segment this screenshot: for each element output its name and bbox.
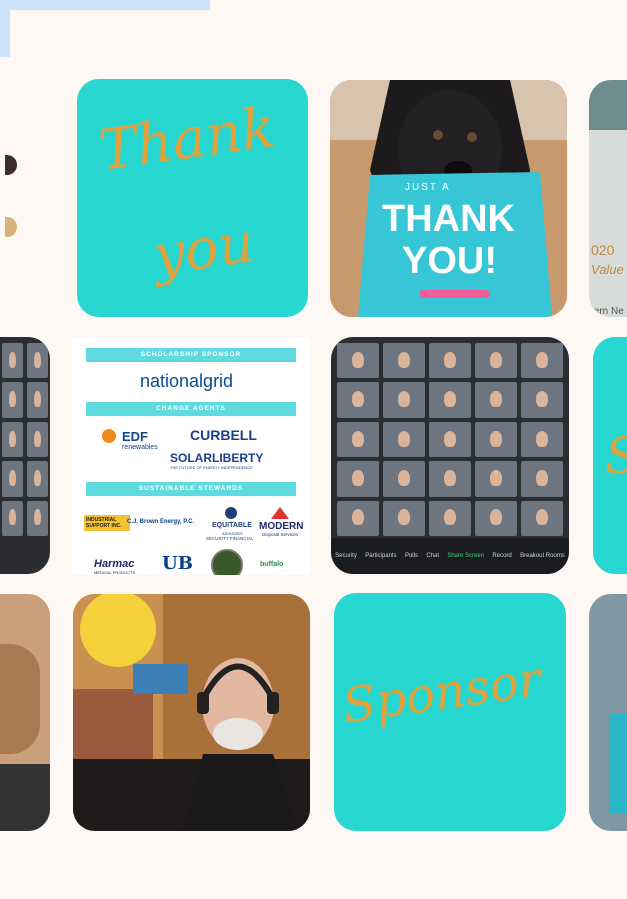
card-small-text: JUST A (405, 182, 451, 193)
ub-logo: UB (162, 553, 193, 574)
equitable-icon (225, 507, 237, 519)
zoom-toolbar: Security Participants Polls Chat Share S… (331, 538, 569, 574)
zoom-polls: Polls (404, 553, 418, 559)
modern-logo: MODERN (259, 521, 304, 532)
zoom-meeting-screenshot: Security Participants Polls Chat Share S… (331, 337, 569, 574)
national-grid-logo: nationalgrid (140, 371, 234, 391)
slide-value-text: Value o (591, 262, 627, 277)
teal-tile-right-partial: S (593, 337, 627, 574)
modern-triangle-icon (271, 507, 289, 519)
harmac-logo: Harmac (94, 558, 135, 570)
edf-flower-icon (102, 429, 116, 443)
scholarship-header: SCHOLARSHIP SPONSOR (86, 348, 296, 362)
person-face (0, 644, 40, 754)
zoom-security: Security (335, 553, 357, 559)
sponsor-text: Sponsor (339, 651, 545, 735)
man-with-headphones-photo (73, 594, 310, 831)
dark-dot-decoration (5, 155, 17, 175)
zoom-record: Record (492, 553, 512, 559)
man-photo-illustration (73, 594, 310, 831)
zoom-share: Share Screen (447, 553, 485, 559)
zoom-chat: Chat (426, 553, 439, 559)
zoom-participants: Participants (365, 553, 397, 559)
corner-decoration (0, 0, 210, 10)
zoom-breakout: Breakout Rooms (520, 553, 565, 559)
gold-dot-decoration (5, 217, 17, 237)
sponsor-tile: Sponsor (334, 593, 566, 831)
solar-liberty-logo: SOLARLIBERTY (170, 451, 264, 465)
presentation-slide-tile: 020 Value o tern Ne (589, 80, 627, 317)
seal-icon (211, 549, 243, 575)
thank-text: Thank (95, 95, 280, 184)
slide-tern-text: tern Ne (591, 306, 624, 317)
sponsors-board: SCHOLARSHIP SPONSOR nationalgrid CHANGE … (72, 337, 310, 575)
modern-sub: Disposal Services (262, 532, 298, 537)
dog-thank-you-photo: JUST A THANK YOU! (330, 80, 567, 317)
card-thank-text: THANK (382, 198, 515, 240)
slide-year-text: 020 (591, 242, 615, 258)
change-agents-header: CHANGE AGENTS (86, 402, 296, 416)
zoom-partial-left (0, 337, 50, 574)
edf-sub: renewables (122, 444, 158, 451)
harmac-sub: MEDICAL PRODUCTS (94, 570, 136, 575)
thank-you-tile: Thank you (77, 79, 308, 317)
you-text: you (148, 210, 259, 289)
person-photo-left-partial (0, 594, 50, 831)
buffalo-logo: buffalo (260, 561, 284, 568)
equitable-sub2: SECURITY FINANCIAL (206, 536, 254, 541)
slide-header (589, 80, 627, 130)
industrial-support-logo: INDUSTRIAL SUPPORT INC. (84, 515, 130, 531)
edf-logo: EDF (122, 429, 148, 444)
solar-liberty-sub: THE FUTURE OF ENERGY INDEPENDENCE (170, 465, 253, 470)
corner-decoration-vertical (0, 0, 10, 57)
cj-brown-logo: C.J. Brown Energy, P.C. (127, 519, 195, 525)
script-fragment: S (605, 427, 627, 485)
curbell-logo: CURBELL (190, 427, 257, 443)
sustainable-stewards-header: SUSTAINABLE STEWARDS (86, 482, 296, 496)
photo-fragment (609, 714, 627, 814)
person-clothing (0, 764, 50, 831)
photo-right-partial (589, 594, 627, 831)
equitable-logo: EQUITABLE (212, 522, 252, 529)
card-you-text: YOU! (402, 240, 497, 282)
